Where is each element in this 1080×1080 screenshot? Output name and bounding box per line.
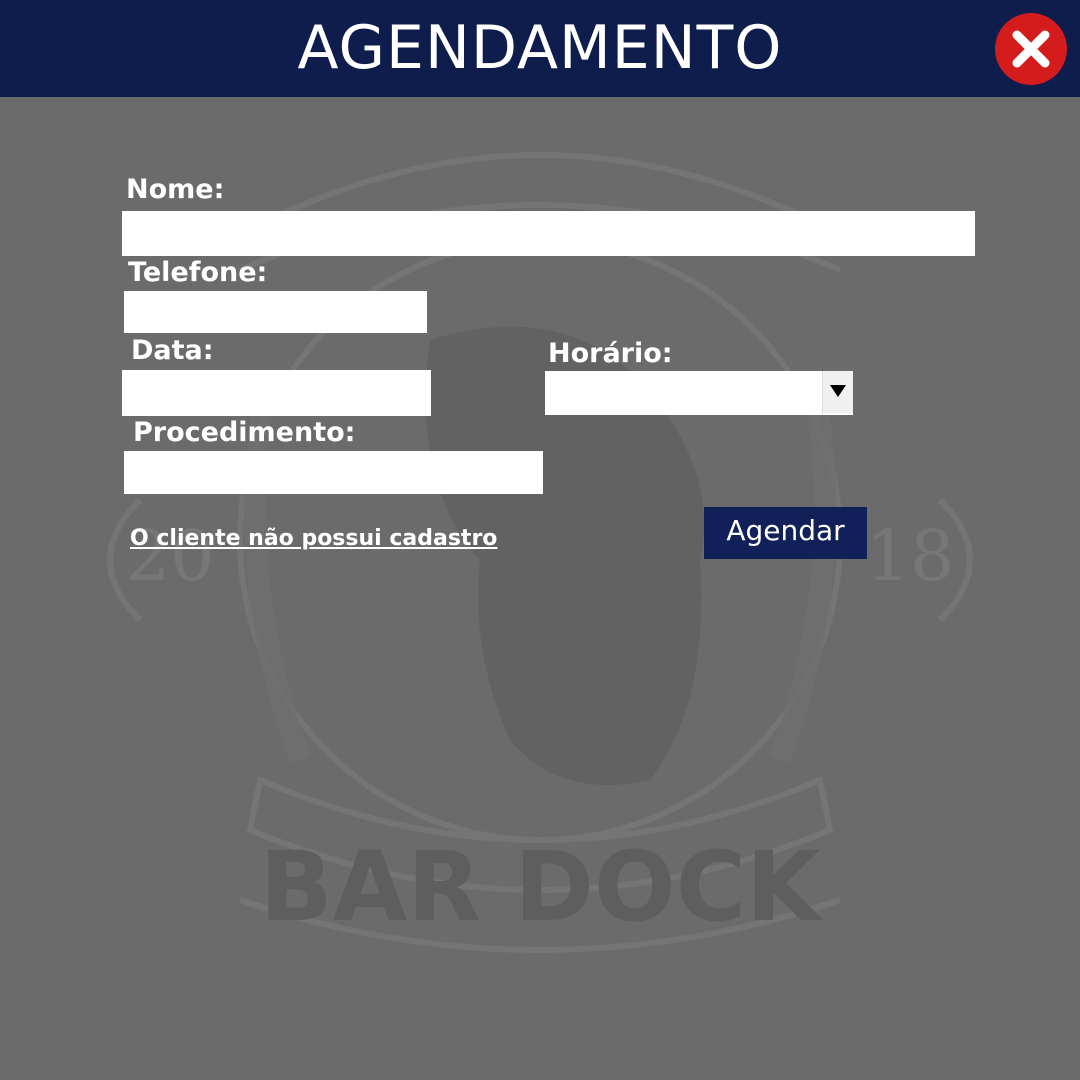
procedimento-input[interactable] bbox=[124, 451, 543, 494]
header-bar: AGENDAMENTO bbox=[0, 0, 1080, 97]
data-label: Data: bbox=[131, 335, 214, 366]
horario-select[interactable] bbox=[545, 371, 853, 415]
logo-brand-text: BAR DOCK bbox=[260, 831, 825, 943]
page-title: AGENDAMENTO bbox=[297, 13, 783, 83]
telefone-label: Telefone: bbox=[128, 257, 268, 288]
close-icon bbox=[1012, 30, 1050, 68]
no-register-link[interactable]: O cliente não possui cadastro bbox=[130, 526, 497, 551]
close-button[interactable] bbox=[995, 13, 1067, 85]
telefone-input[interactable] bbox=[124, 291, 427, 333]
data-input[interactable] bbox=[122, 370, 431, 416]
procedimento-label: Procedimento: bbox=[133, 417, 356, 448]
nome-label: Nome: bbox=[126, 174, 225, 205]
nome-input[interactable] bbox=[122, 211, 975, 256]
dropdown-button[interactable] bbox=[822, 371, 853, 413]
chevron-down-icon bbox=[830, 385, 846, 397]
logo-year-right: 18 bbox=[865, 515, 954, 597]
agendar-button[interactable]: Agendar bbox=[704, 507, 867, 559]
horario-label: Horário: bbox=[548, 338, 673, 369]
